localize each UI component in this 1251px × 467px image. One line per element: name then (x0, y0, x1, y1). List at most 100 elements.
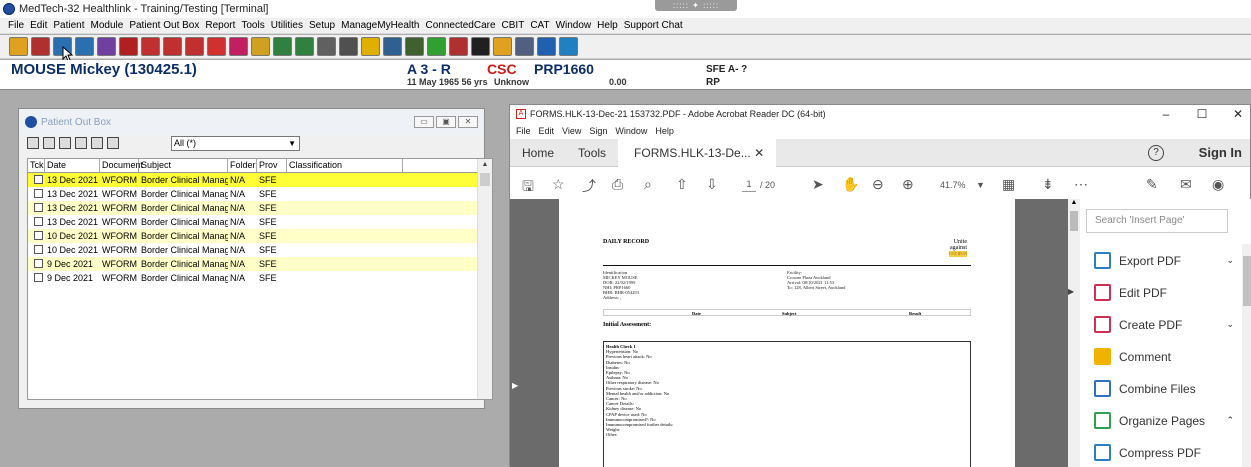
menu-item-9[interactable]: ManageMyHealth (341, 20, 419, 31)
sign-pen-icon[interactable]: ✎ (1146, 176, 1158, 193)
scroll-up-icon[interactable]: ▲ (1068, 199, 1080, 206)
hand-tool-icon[interactable]: ✋ (842, 176, 859, 193)
hl-icon[interactable] (537, 37, 556, 56)
acrobat-menu-item[interactable]: File (516, 126, 531, 136)
table-row[interactable]: 10 Dec 2021WFORM Border Clinical Manageme… (28, 243, 492, 257)
dx-icon[interactable] (185, 37, 204, 56)
acrobat-titlebar[interactable]: A FORMS.HLK-13-Dec-21 153732.PDF - Adobe… (510, 105, 1250, 123)
acrobat-menu-item[interactable]: Sign (589, 126, 607, 136)
chevron-icon[interactable]: ⌃ (1226, 415, 1234, 426)
table-row[interactable]: 10 Dec 2021WFORM Border Clinical Manageme… (28, 229, 492, 243)
page-up-icon[interactable]: ⇧ (676, 176, 688, 193)
column-header-subject[interactable]: Subject (139, 159, 228, 172)
chevron-icon[interactable]: ⌄ (1226, 255, 1234, 266)
table-row[interactable]: 9 Dec 2021 WFORM Border Clinical ManagemeN… (28, 271, 492, 285)
open-doc-icon[interactable] (27, 137, 39, 149)
medical-icon[interactable] (207, 37, 226, 56)
menu-item-12[interactable]: CAT (530, 20, 549, 31)
menu-item-13[interactable]: Window (556, 20, 592, 31)
tool-item-combine-files[interactable]: Combine Files (1094, 380, 1244, 397)
rx-icon[interactable] (119, 37, 138, 56)
chevron-icon[interactable]: ⌄ (1226, 319, 1234, 330)
clock-icon[interactable] (493, 37, 512, 56)
minimize-button[interactable]: ▭ (414, 116, 434, 128)
menu-item-2[interactable]: Patient (53, 20, 84, 31)
upload-alt-icon[interactable] (559, 37, 578, 56)
column-header-document[interactable]: Document (100, 159, 143, 172)
sign-in-link[interactable]: Sign In (1199, 145, 1242, 160)
edit-icon[interactable] (449, 37, 468, 56)
docs-icon[interactable] (163, 37, 182, 56)
table-row[interactable]: 9 Dec 2021 WFORM Border Clinical ManagemeN… (28, 257, 492, 271)
tab-home[interactable]: Home (510, 146, 566, 160)
row-checkbox-cell[interactable] (28, 201, 45, 215)
collapse-left-pane-icon[interactable]: ▶ (512, 381, 518, 390)
acrobat-menu-item[interactable]: Help (655, 126, 674, 136)
scroll-thumb[interactable] (1070, 211, 1078, 231)
menu-item-7[interactable]: Utilities (271, 20, 303, 31)
zoom-dropdown-icon[interactable]: ▼ (976, 180, 985, 190)
menu-item-10[interactable]: ConnectedCare (425, 20, 495, 31)
page-number-input[interactable]: 1 (742, 176, 756, 192)
acrobat-menu-item[interactable]: Edit (539, 126, 555, 136)
upload-icon[interactable] (317, 37, 336, 56)
acrobat-menu-item[interactable]: View (562, 126, 581, 136)
report-icon[interactable] (9, 37, 28, 56)
lab-icon[interactable] (229, 37, 248, 56)
calendar-icon[interactable] (515, 37, 534, 56)
zoom-level[interactable]: 41.7% (940, 180, 966, 190)
menu-item-4[interactable]: Patient Out Box (129, 20, 199, 31)
menu-item-0[interactable]: File (8, 20, 24, 31)
scroll-mode-icon[interactable]: ⇟ (1042, 176, 1054, 193)
row-checkbox-cell[interactable] (28, 173, 45, 187)
z-icon[interactable] (339, 37, 358, 56)
plane-icon[interactable] (405, 37, 424, 56)
row-checkbox[interactable] (34, 245, 43, 254)
menu-item-3[interactable]: Module (91, 20, 124, 31)
patient-outbox-window[interactable]: Patient Out Box ▭ ▣ ✕ All (*) ▼ Tck Date D… (18, 108, 493, 409)
row-checkbox-cell[interactable] (28, 271, 45, 285)
close-tab-icon[interactable]: ✕ (754, 146, 764, 160)
select-cursor-icon[interactable]: ➤ (812, 176, 824, 193)
view-doc-icon[interactable] (91, 137, 103, 149)
bookmark-star-icon[interactable]: ☆ (552, 176, 565, 193)
share-icon[interactable]: ⤴ (582, 176, 596, 196)
more-options-icon[interactable]: ⋯ (1074, 176, 1088, 193)
table-row[interactable]: 13 Dec 2021WFORM Border Clinical Manageme… (28, 201, 492, 215)
row-checkbox[interactable] (34, 273, 43, 282)
minimize-button[interactable]: – (1158, 107, 1174, 121)
scroll-thumb[interactable] (1243, 256, 1251, 306)
column-header-date[interactable]: Date (45, 159, 100, 172)
tool-item-create-pdf[interactable]: Create PDF ⌄ (1094, 316, 1244, 333)
column-header-folder[interactable]: Folder (228, 159, 257, 172)
account-icon[interactable]: ◉ (1212, 176, 1224, 193)
row-checkbox[interactable] (34, 217, 43, 226)
insert-page-search-input[interactable]: Search 'Insert Page' (1086, 209, 1228, 233)
tab-tools[interactable]: Tools (566, 146, 618, 160)
tool-item-export-pdf[interactable]: Export PDF ⌄ (1094, 252, 1244, 269)
help-icon[interactable]: ? (1148, 145, 1164, 161)
outbox-scrollbar[interactable]: ▲ (477, 159, 492, 399)
row-checkbox-cell[interactable] (28, 243, 45, 257)
tool-item-organize-pages[interactable]: Organize Pages ⌃ (1094, 412, 1244, 429)
row-checkbox-cell[interactable] (28, 229, 45, 243)
row-checkbox[interactable] (34, 203, 43, 212)
refresh-icon[interactable] (107, 137, 119, 149)
chart-icon[interactable] (273, 37, 292, 56)
scroll-thumb[interactable] (480, 173, 490, 186)
scroll-up-icon[interactable]: ▲ (478, 159, 492, 171)
row-checkbox[interactable] (34, 175, 43, 184)
warning-icon[interactable] (361, 37, 380, 56)
column-header-tck[interactable]: Tck (28, 159, 45, 172)
alert-icon[interactable] (251, 37, 270, 56)
maximize-button[interactable]: ☐ (1194, 107, 1210, 121)
document-view[interactable]: ▶ DAILY RECORD Unite against COVID-19 Id… (510, 199, 1068, 467)
tool-item-compress-pdf[interactable]: Compress PDF (1094, 444, 1244, 461)
recall-icon[interactable] (141, 37, 160, 56)
outbox-filter-select[interactable]: All (*) ▼ (171, 136, 300, 151)
acrobat-window[interactable]: A FORMS.HLK-13-Dec-21 153732.PDF - Adobe… (509, 104, 1251, 467)
row-checkbox-cell[interactable] (28, 187, 45, 201)
row-checkbox[interactable] (34, 231, 43, 240)
remote-drag-handle[interactable]: ::::: ✦ ::::: (655, 0, 737, 11)
stamp-icon[interactable] (427, 37, 446, 56)
